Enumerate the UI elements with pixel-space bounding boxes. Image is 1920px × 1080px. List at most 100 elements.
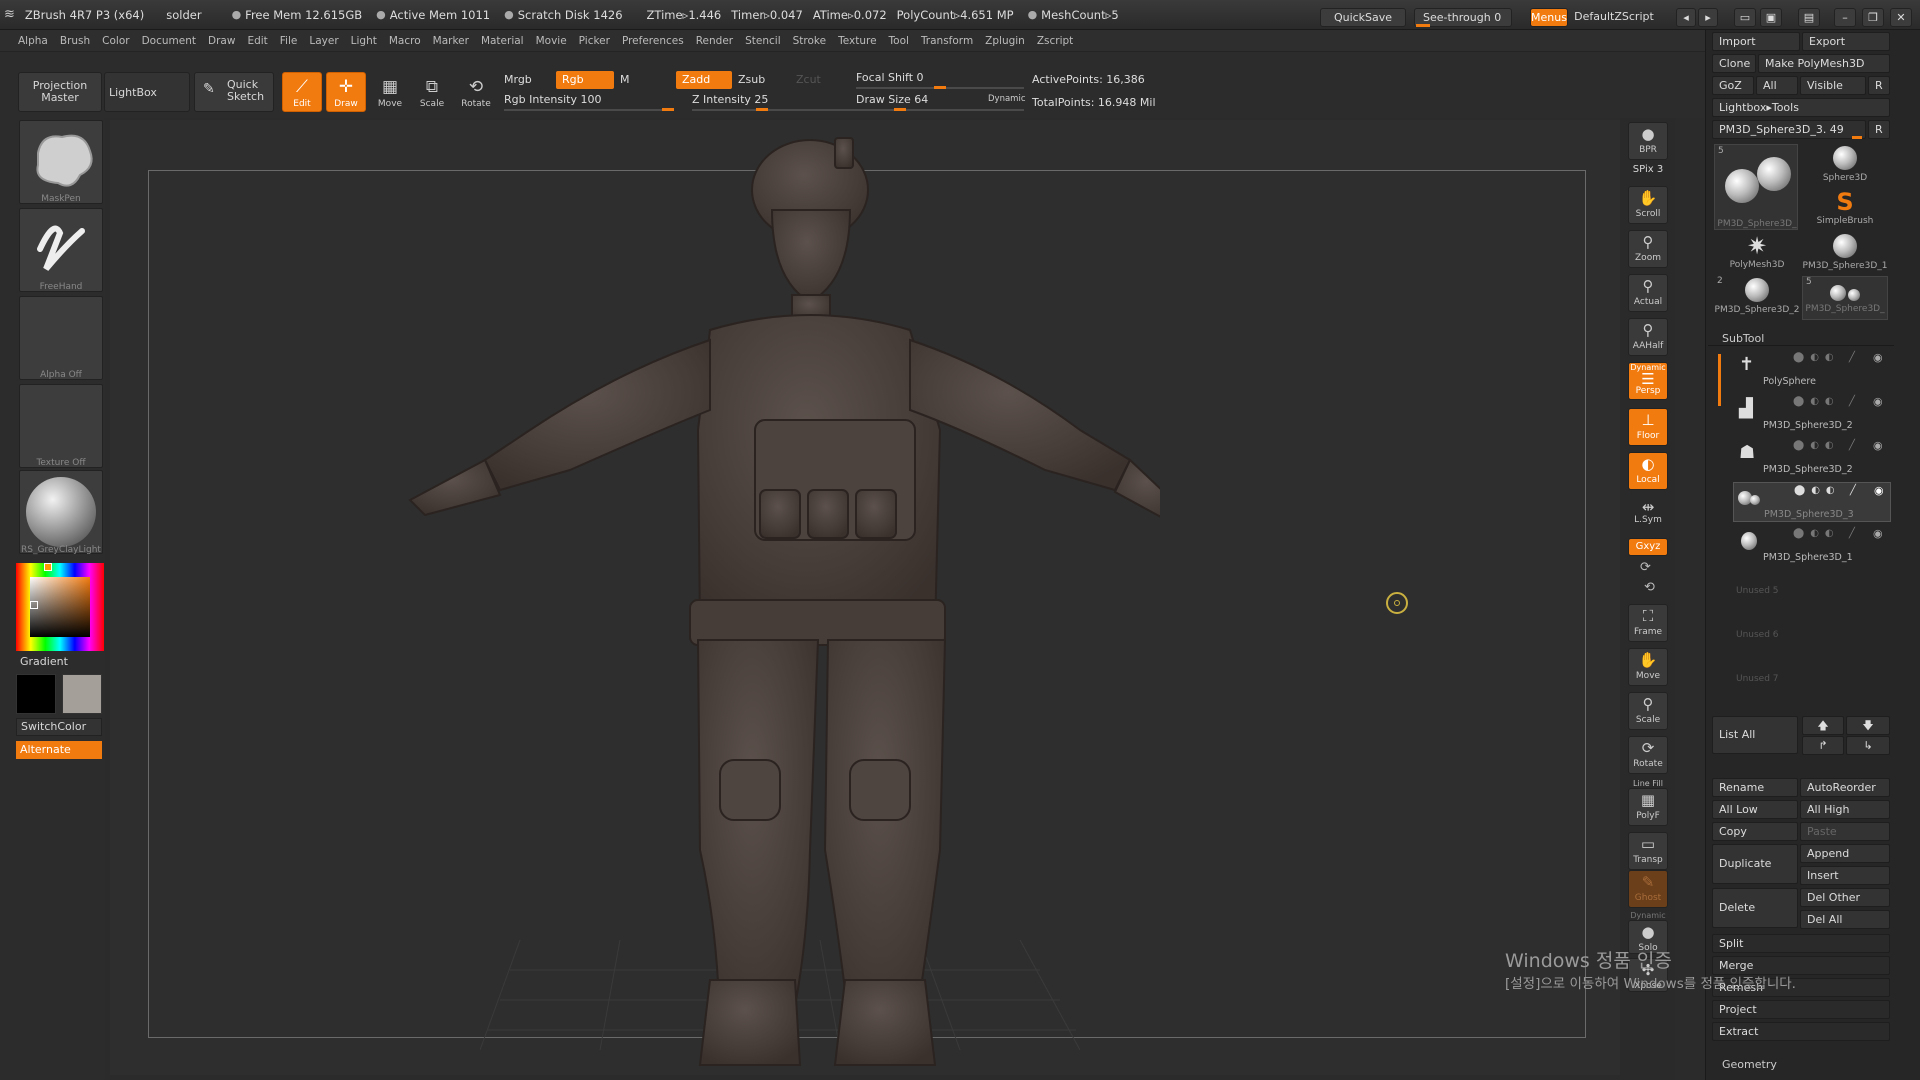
menu-document[interactable]: Document (142, 35, 196, 47)
menu-draw[interactable]: Draw (208, 35, 235, 47)
insert-button[interactable]: Insert (1800, 866, 1890, 885)
default-zscript-button[interactable]: DefaultZScript (1570, 8, 1658, 27)
tool-simplebrush[interactable]: S SimpleBrush (1802, 188, 1888, 232)
subtool-toggle-icons[interactable]: ⬤◐◐ ╱ (1793, 528, 1861, 539)
layout-b-icon[interactable]: ▣ (1760, 8, 1782, 27)
rotate-button[interactable]: ⟲ Rotate (456, 72, 496, 112)
menu-file[interactable]: File (280, 35, 298, 47)
restore-icon[interactable]: ❐ (1862, 8, 1884, 27)
tool-polymesh3d[interactable]: ✷ PolyMesh3D (1714, 232, 1800, 276)
menu-preferences[interactable]: Preferences (622, 35, 684, 47)
del-other-button[interactable]: Del Other (1800, 888, 1890, 907)
projection-master-button[interactable]: Projection Master (18, 72, 102, 112)
polyf-button[interactable]: ▦ PolyF (1628, 788, 1668, 826)
menu-zplugin[interactable]: Zplugin (985, 35, 1025, 47)
actual-button[interactable]: ⚲ Actual (1628, 274, 1668, 312)
main-color-swatch[interactable] (62, 674, 102, 714)
menu-tool[interactable]: Tool (889, 35, 909, 47)
menu-transform[interactable]: Transform (921, 35, 973, 47)
layout-left-icon[interactable]: ◂ (1676, 8, 1696, 27)
autoreorder-button[interactable]: AutoReorder (1800, 778, 1890, 797)
tool-pm3d-sphere3d-2[interactable]: 2 PM3D_Sphere3D_2 (1714, 276, 1800, 320)
z-intensity-slider[interactable]: Z Intensity 25 (692, 93, 768, 106)
duplicate-button[interactable]: Duplicate (1712, 844, 1798, 884)
goz-button[interactable]: GoZ (1712, 76, 1754, 95)
current-tool-slider[interactable]: PM3D_Sphere3D_3. 49 (1712, 120, 1866, 139)
subtool-header[interactable]: SubTool (1722, 332, 1764, 345)
material-thumb[interactable] (19, 470, 103, 554)
copy-button[interactable]: Copy (1712, 822, 1798, 841)
close-icon[interactable]: ✕ (1890, 8, 1912, 27)
tool-pm3d-sphere3d-main[interactable]: 5 PM3D_Sphere3D_ (1714, 144, 1798, 230)
quicksave-button[interactable]: QuickSave (1320, 8, 1406, 27)
move-folder-up-icon[interactable]: ↱ (1802, 736, 1844, 755)
split-button[interactable]: Split (1712, 934, 1890, 953)
clone-button[interactable]: Clone (1712, 54, 1756, 73)
draw-button[interactable]: ✛ Draw (326, 72, 366, 112)
subtool-toggle-icons[interactable]: ⬤◐◐ ╱ (1793, 440, 1861, 451)
subtool-pm3d-sphere3d-3[interactable]: ⬤◐◐ ╱ ◉ PM3D_Sphere3D_3 (1733, 482, 1891, 522)
rgb-toggle[interactable]: Rgb (556, 71, 614, 89)
move-down-arrow-icon[interactable]: 🡇 (1846, 716, 1890, 735)
menu-stroke[interactable]: Stroke (793, 35, 826, 47)
menu-render[interactable]: Render (696, 35, 733, 47)
quick-sketch-button[interactable]: ✎ Quick Sketch (194, 72, 274, 112)
menu-color[interactable]: Color (102, 35, 129, 47)
menu-texture[interactable]: Texture (838, 35, 876, 47)
list-all-button[interactable]: List All (1712, 716, 1798, 754)
ghost-button[interactable]: ✎ Ghost (1628, 870, 1668, 908)
soldier-model[interactable] (380, 130, 1160, 1070)
goz-r-button[interactable]: R (1868, 76, 1890, 95)
paste-button[interactable]: Paste (1800, 822, 1890, 841)
layout-a-icon[interactable]: ▭ (1734, 8, 1756, 27)
rotate-y-icon[interactable]: ⟲ (1644, 580, 1655, 595)
visibility-eye-icon[interactable]: ◉ (1873, 439, 1883, 452)
visibility-eye-icon[interactable]: ◉ (1874, 484, 1884, 497)
subtool-polysphere[interactable]: ✝ ⬤◐◐ ╱ ◉ PolySphere (1733, 350, 1891, 390)
move-up-arrow-icon[interactable]: 🡅 (1802, 716, 1844, 735)
edit-button[interactable]: ⟋ Edit (282, 72, 322, 112)
gradient-label[interactable]: Gradient (20, 655, 68, 668)
lightbox-tools-button[interactable]: Lightbox▸Tools (1712, 98, 1890, 117)
color-picker[interactable] (16, 563, 104, 651)
floor-button[interactable]: ⊥ Floor (1628, 408, 1668, 446)
zoom-button[interactable]: ⚲ Zoom (1628, 230, 1668, 268)
lsym-button[interactable]: ⇹ L.Sym (1628, 498, 1668, 528)
frame-button[interactable]: ⛶ Frame (1628, 604, 1668, 642)
extract-button[interactable]: Extract (1712, 1022, 1890, 1041)
move-button[interactable]: ▦ Move (370, 72, 410, 112)
goz-visible-button[interactable]: Visible (1800, 76, 1866, 95)
zadd-toggle[interactable]: Zadd (676, 71, 732, 89)
local-button[interactable]: ◐ Local (1628, 452, 1668, 490)
tool-pm3d-sphere3d-1[interactable]: PM3D_Sphere3D_1 (1802, 232, 1888, 276)
menu-movie[interactable]: Movie (536, 35, 567, 47)
make-polymesh-button[interactable]: Make PolyMesh3D (1758, 54, 1890, 73)
menu-stencil[interactable]: Stencil (745, 35, 781, 47)
zsub-toggle[interactable]: Zsub (738, 73, 765, 86)
rename-button[interactable]: Rename (1712, 778, 1798, 797)
move-folder-down-icon[interactable]: ↳ (1846, 736, 1890, 755)
all-high-button[interactable]: All High (1800, 800, 1890, 819)
visibility-eye-icon[interactable]: ◉ (1873, 527, 1883, 540)
stroke-thumb[interactable] (19, 208, 103, 292)
subtool-toggle-icons[interactable]: ⬤◐◐ ╱ (1794, 485, 1862, 496)
move-view-button[interactable]: ✋ Move (1628, 648, 1668, 686)
transp-button[interactable]: ▭ Transp (1628, 832, 1668, 870)
visibility-eye-icon[interactable]: ◉ (1873, 395, 1883, 408)
del-all-button[interactable]: Del All (1800, 910, 1890, 929)
alternate-button[interactable]: Alternate (16, 741, 102, 759)
scale-button[interactable]: ⧉ Scale (412, 72, 452, 112)
scale-view-button[interactable]: ⚲ Scale (1628, 692, 1668, 730)
rotate-view-button[interactable]: ⟳ Rotate (1628, 736, 1668, 774)
draw-size-slider[interactable]: Draw Size 64 (856, 93, 928, 106)
lightbox-button[interactable]: LightBox (104, 72, 190, 112)
menu-marker[interactable]: Marker (433, 35, 469, 47)
persp-button[interactable]: Dynamic ☰ Persp (1628, 362, 1668, 400)
menu-material[interactable]: Material (481, 35, 524, 47)
layout-right-icon[interactable]: ▸ (1698, 8, 1718, 27)
subtool-toggle-icons[interactable]: ⬤◐◐ ╱ (1793, 396, 1861, 407)
menus-button[interactable]: Menus (1530, 8, 1568, 27)
menu-layer[interactable]: Layer (309, 35, 338, 47)
bpr-button[interactable]: ● BPR (1628, 122, 1668, 160)
layout-c-icon[interactable]: ▤ (1798, 8, 1820, 27)
